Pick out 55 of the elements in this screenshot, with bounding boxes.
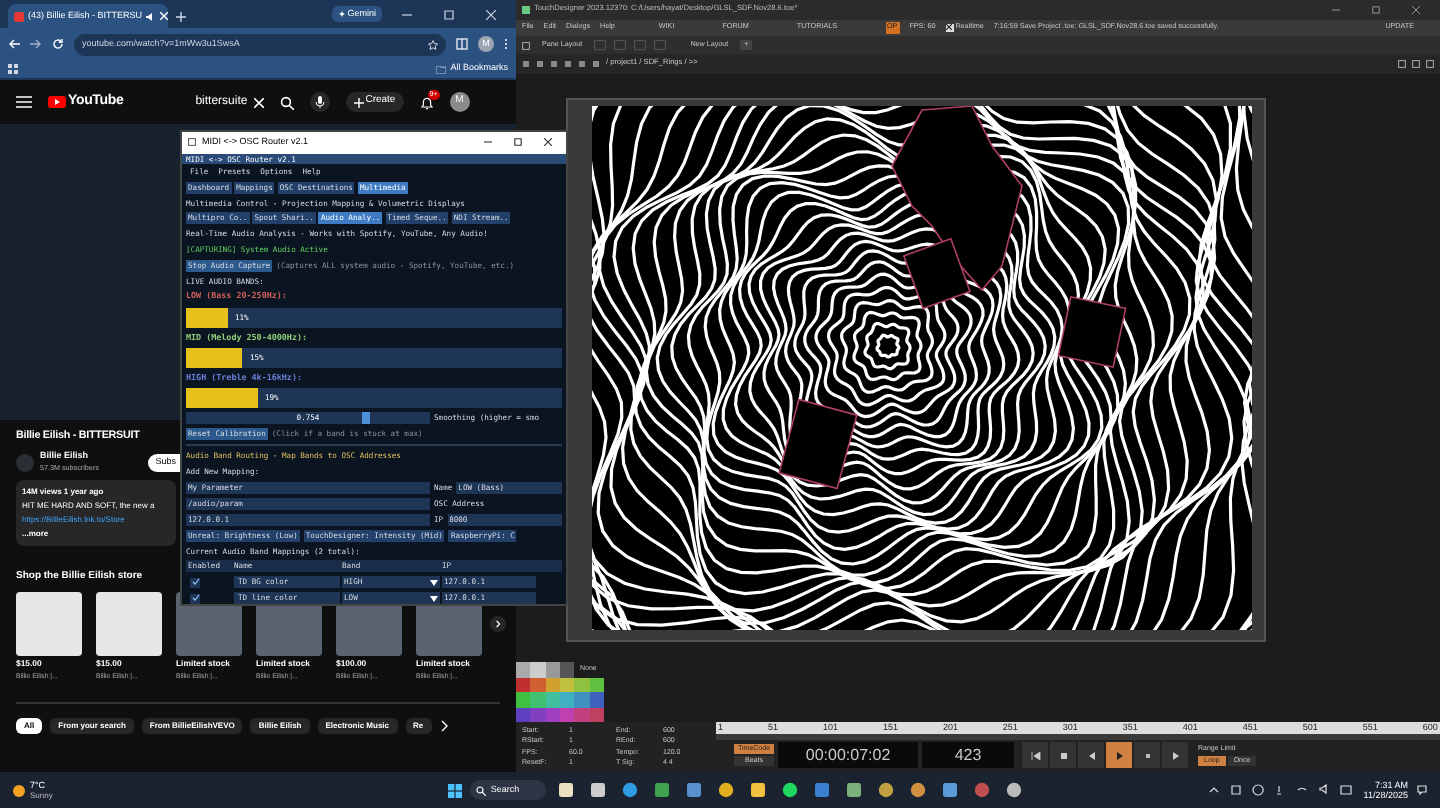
maximize-icon[interactable] — [1372, 6, 1380, 14]
star-icon[interactable] — [428, 39, 438, 49]
frame-display: 423 — [922, 742, 1015, 768]
speaker-icon — [146, 11, 157, 21]
enabled-checkbox[interactable] — [190, 593, 200, 603]
bell-icon[interactable] — [419, 95, 434, 109]
search-icon — [476, 785, 487, 795]
search-icon[interactable] — [279, 95, 294, 109]
new-tab-icon[interactable] — [176, 12, 186, 22]
apps-grid-icon[interactable] — [8, 64, 18, 74]
plus-icon — [353, 97, 364, 107]
reverse-icon — [1085, 749, 1098, 761]
dropdown-arrow-icon — [430, 595, 438, 601]
chevron-right-icon[interactable] — [439, 720, 448, 733]
forward-button[interactable] — [1162, 742, 1189, 768]
circle-logo-icon[interactable] — [718, 782, 735, 798]
dropdown-arrow-icon — [430, 579, 438, 585]
wifi-icon[interactable] — [1295, 784, 1308, 796]
play-icon — [1169, 749, 1182, 761]
play-button[interactable] — [1106, 742, 1133, 768]
sun-icon — [12, 783, 26, 797]
speaker-icon[interactable] — [1317, 784, 1330, 796]
circle-logo-icon[interactable] — [974, 782, 991, 798]
reload-icon[interactable] — [52, 38, 64, 50]
timecode-display: 00:00:07:02 — [778, 742, 919, 768]
forward-arrow-icon[interactable] — [30, 38, 42, 50]
minimize-icon[interactable] — [402, 10, 412, 20]
skip-back-icon — [1029, 749, 1042, 761]
chevron-up-icon[interactable] — [1207, 784, 1220, 796]
osc-router-dialog[interactable] — [180, 130, 568, 606]
back-arrow-icon[interactable] — [8, 38, 20, 50]
app-icon — [188, 138, 196, 147]
notification-icon[interactable] — [1416, 784, 1428, 796]
favicon-icon — [14, 11, 24, 21]
play-logo-icon — [48, 96, 66, 108]
sparkle-icon — [337, 10, 346, 18]
back-button[interactable] — [1078, 742, 1105, 768]
square-icon[interactable] — [1229, 784, 1242, 796]
realtime-checkbox[interactable] — [945, 23, 954, 32]
color-palette[interactable] — [516, 662, 604, 722]
start-button[interactable] — [1022, 742, 1049, 768]
next-arrow-icon[interactable] — [490, 615, 506, 632]
stop-button[interactable] — [1050, 742, 1077, 768]
pane-icon[interactable] — [522, 41, 530, 49]
close-icon[interactable] — [544, 138, 552, 147]
menu-icon[interactable] — [16, 96, 32, 108]
maximize-icon[interactable] — [514, 138, 522, 147]
clear-icon[interactable] — [253, 97, 264, 107]
slider-thumb[interactable] — [361, 412, 370, 425]
play-icon — [1113, 749, 1126, 761]
enabled-checkbox[interactable] — [190, 577, 200, 587]
side-panel-icon[interactable] — [456, 38, 468, 50]
start-menu-icon[interactable] — [448, 783, 463, 797]
step-button[interactable] — [1134, 742, 1161, 768]
app-icon — [522, 6, 530, 14]
